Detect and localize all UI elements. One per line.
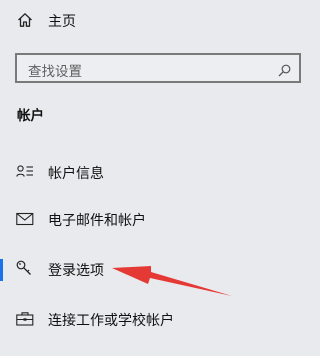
sidebar-item-label: 电子邮件和帐户: [48, 213, 146, 229]
sidebar-item-account-info[interactable]: 帐户信息: [0, 152, 316, 192]
sidebar-item-label: 帐户信息: [48, 166, 104, 182]
mail-icon: [16, 211, 34, 227]
sidebar-item-label: 登录选项: [48, 263, 104, 279]
search-input[interactable]: 查找设置: [15, 53, 301, 83]
selected-indicator: [0, 259, 3, 281]
account-info-icon: [16, 164, 34, 180]
search-placeholder: 查找设置: [28, 64, 82, 80]
briefcase-icon: [16, 311, 34, 327]
sidebar-item-label: 连接工作或学校帐户: [48, 313, 174, 329]
section-title: 帐户: [17, 108, 44, 124]
home-icon: [17, 12, 33, 28]
sidebar-item-sign-in-options[interactable]: 登录选项: [0, 248, 316, 288]
search-icon[interactable]: [278, 62, 291, 77]
sidebar-item-email-accounts[interactable]: 电子邮件和帐户: [0, 199, 316, 239]
home-nav-item[interactable]: 主页: [0, 0, 316, 42]
sidebar-item-work-school[interactable]: 连接工作或学校帐户: [0, 298, 316, 338]
home-label: 主页: [48, 14, 76, 30]
key-icon: [16, 260, 34, 276]
